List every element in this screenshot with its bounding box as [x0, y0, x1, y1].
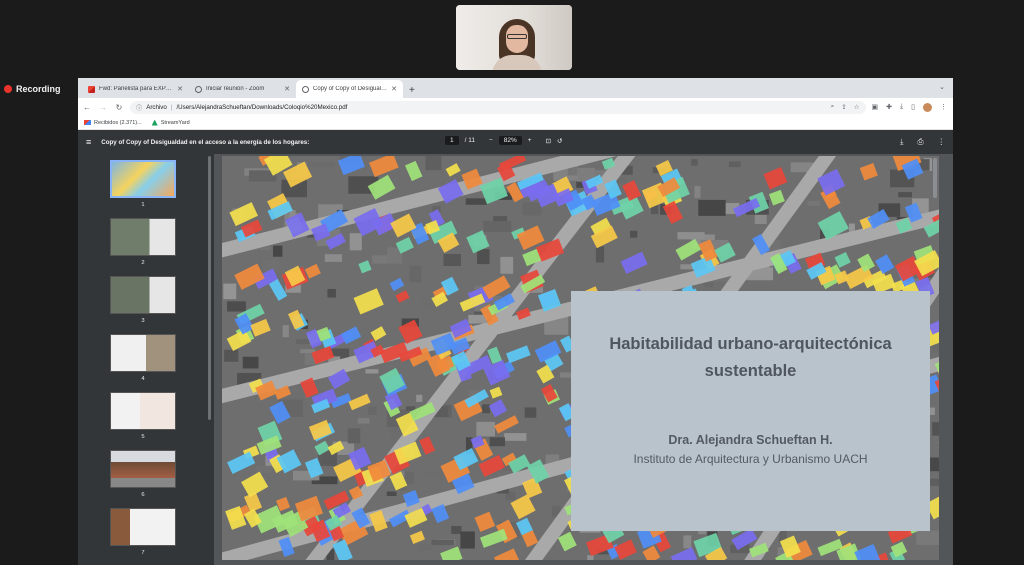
- recording-indicator: Recording: [4, 84, 61, 94]
- menu-icon[interactable]: ≡: [86, 137, 91, 147]
- bookmark-label: Recibidos (2.371)...: [94, 119, 142, 126]
- reload-icon[interactable]: ↻: [114, 103, 124, 112]
- star-icon[interactable]: ☆: [854, 103, 860, 111]
- thumbnail-image: [110, 334, 176, 372]
- gmail-icon: [84, 120, 91, 125]
- thumbnail-number: 3: [141, 318, 145, 324]
- thumbnail-page[interactable]: 2: [110, 218, 176, 266]
- zoom-out-icon[interactable]: −: [489, 137, 493, 144]
- pdf-viewer: 1 2 3 4 5 6 7 Habitabilidad urbano-arqui…: [78, 154, 953, 565]
- pdf-actions: ⤓ ⎙ ⋮: [900, 137, 945, 147]
- tab-label: Copy of Copy of Desigualdad: [313, 86, 388, 92]
- toolbar-icons: ▣ ✚ ⤓ ▯ ⋮: [872, 102, 949, 112]
- bookmark-gmail[interactable]: Recibidos (2.371)...: [84, 120, 142, 126]
- tab-label: Fwd: Panelista para EXPLORA: [99, 86, 174, 92]
- avatar[interactable]: [923, 102, 932, 112]
- thumbnail-number: 4: [141, 376, 145, 382]
- address-bar[interactable]: ⓘ Archivo | /Users/AlejandraSchueftan/Do…: [130, 100, 866, 114]
- puzzle-icon[interactable]: ✚: [886, 103, 892, 111]
- info-icon[interactable]: ⓘ: [136, 103, 142, 112]
- webcam-video: [456, 5, 572, 70]
- thumbnail-page[interactable]: 3: [110, 276, 176, 324]
- share-icon[interactable]: ⇪: [841, 103, 846, 111]
- thumbnail-image: [110, 392, 176, 430]
- forward-arrow-icon[interactable]: →: [98, 103, 108, 112]
- pdf-title: Copy of Copy of Desigualdad en el acceso…: [101, 138, 310, 146]
- bookmark-streamyard[interactable]: StreamYard: [151, 119, 190, 126]
- zoom-in-icon[interactable]: +: [528, 137, 532, 144]
- recording-label: Recording: [16, 84, 61, 94]
- more-icon[interactable]: ⋮: [938, 137, 946, 147]
- screen: Recording Fwd: Panelista para EXPLORA ✕ …: [0, 0, 1024, 565]
- tab-strip: Fwd: Panelista para EXPLORA ✕ Iniciar re…: [78, 78, 953, 98]
- sidepanel-icon[interactable]: ▯: [911, 103, 915, 111]
- bookmark-label: StreamYard: [160, 119, 190, 126]
- thumbnail-number: 2: [141, 260, 145, 266]
- thumbnail-page[interactable]: 7: [110, 508, 176, 556]
- thumbnail-number: 7: [141, 550, 145, 556]
- omnibox-icons: ⌕ ⇪ ☆: [831, 103, 860, 111]
- address-separator: |: [170, 103, 173, 111]
- tab-pdf[interactable]: Copy of Copy of Desigualdad ✕: [296, 80, 403, 98]
- new-tab-button[interactable]: +: [403, 85, 421, 98]
- tab-zoom[interactable]: Iniciar reunión - Zoom ✕: [189, 80, 296, 98]
- address-url: /Users/AlejandraSchueftan/Downloads/Colo…: [176, 103, 348, 111]
- zoom-icon[interactable]: ⌕: [831, 103, 835, 111]
- thumbnail-image: [110, 276, 176, 314]
- browser-toolbar: ← → ↻ ⓘ Archivo | /Users/AlejandraSchuef…: [78, 98, 953, 116]
- back-arrow-icon[interactable]: ←: [82, 103, 92, 112]
- tab-label: Iniciar reunión - Zoom: [206, 86, 265, 92]
- thumbnail-page[interactable]: 1: [110, 160, 176, 208]
- chevron-down-icon[interactable]: ⌄: [939, 83, 945, 91]
- slide-author: Dra. Alejandra Schueftan H.: [668, 433, 833, 447]
- streamyard-icon: [151, 119, 158, 126]
- address-prefix: Archivo: [146, 103, 167, 111]
- pdf-toolbar: ≡ Copy of Copy of Desigualdad en el acce…: [78, 130, 953, 154]
- thumbnail-image: [110, 218, 176, 256]
- gmail-icon: [88, 85, 95, 93]
- close-icon[interactable]: ✕: [391, 85, 397, 93]
- bookmarks-bar: Recibidos (2.371)... StreamYard: [78, 116, 953, 130]
- tab-gmail[interactable]: Fwd: Panelista para EXPLORA ✕: [82, 80, 189, 98]
- thumbnail-number: 5: [141, 434, 145, 440]
- thumbnail-image: [110, 508, 176, 546]
- thumbnail-number: 1: [141, 202, 145, 208]
- thumbnail-image: [110, 450, 176, 488]
- page-total: / 11: [464, 137, 475, 144]
- close-icon[interactable]: ✕: [177, 85, 183, 93]
- extension-icon[interactable]: ▣: [872, 103, 879, 111]
- browser-window: Fwd: Panelista para EXPLORA ✕ Iniciar re…: [78, 78, 953, 565]
- thumbnail-sidebar: 1 2 3 4 5 6 7: [78, 154, 214, 565]
- slide-institution: Instituto de Arquitectura y Urbanismo UA…: [633, 452, 868, 466]
- print-icon[interactable]: ⎙: [918, 137, 924, 147]
- slide-title: Habitabilidad urbano-arquitectónica sust…: [609, 335, 892, 380]
- globe-icon: [302, 85, 309, 93]
- thumbnail-number: 6: [141, 492, 145, 498]
- pdf-controls: 1 / 11 − 82% + ⊡ ↺: [445, 136, 563, 145]
- page-number-input[interactable]: 1: [445, 136, 459, 145]
- sidebar-scrollbar[interactable]: [208, 156, 211, 420]
- pdf-page: Habitabilidad urbano-arquitectónica sust…: [222, 156, 939, 560]
- zoom-input[interactable]: 82%: [498, 136, 522, 145]
- thumbnail-page[interactable]: 4: [110, 334, 176, 382]
- record-dot-icon: [4, 85, 12, 93]
- download-icon[interactable]: ⤓: [900, 103, 903, 111]
- fit-page-icon[interactable]: ⊡: [546, 137, 551, 145]
- download-icon[interactable]: ⤓: [900, 137, 903, 147]
- thumbnail-page[interactable]: 6: [110, 450, 176, 498]
- slide-title-card: Habitabilidad urbano-arquitectónica sust…: [571, 291, 930, 531]
- kebab-menu-icon[interactable]: ⋮: [940, 103, 947, 111]
- thumbnail-page[interactable]: 5: [110, 392, 176, 440]
- globe-icon: [195, 85, 202, 93]
- rotate-icon[interactable]: ↺: [557, 137, 562, 145]
- thumbnail-image: [110, 160, 176, 198]
- page-scrollbar[interactable]: [933, 158, 937, 198]
- close-icon[interactable]: ✕: [284, 85, 290, 93]
